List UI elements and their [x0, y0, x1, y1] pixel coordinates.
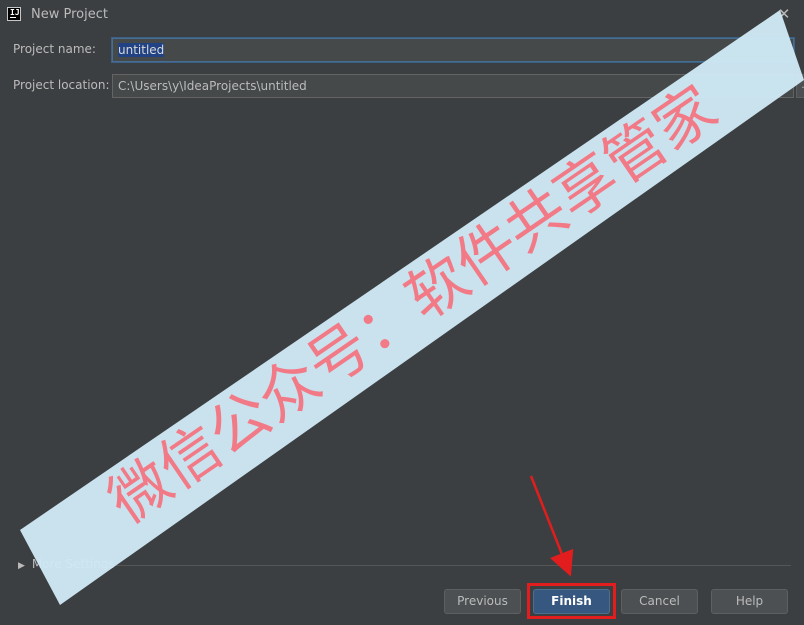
watermark-text: 微信公众号：软件共享管家 — [96, 73, 730, 538]
close-icon[interactable]: ✕ — [774, 4, 794, 24]
browse-button[interactable]: ... — [796, 74, 804, 98]
help-button[interactable]: Help — [711, 589, 788, 614]
new-project-dialog: IJ New Project ✕ Project name: untitled … — [0, 0, 804, 625]
project-name-label: Project name: — [13, 42, 96, 56]
finish-button[interactable]: Finish — [533, 589, 610, 614]
intellij-idea-icon: IJ — [7, 7, 21, 21]
project-name-value: untitled — [118, 43, 165, 57]
watermark-banner: 微信公众号：软件共享管家 — [20, 10, 804, 605]
annotation-arrow — [529, 475, 574, 577]
project-location-input[interactable]: C:\Users\y\IdeaProjects\untitled — [112, 74, 794, 98]
window-title: New Project — [31, 7, 108, 22]
more-settings-toggle[interactable]: ▶ More Settings — [18, 557, 115, 571]
watermark-band — [20, 10, 804, 605]
settings-divider — [96, 565, 791, 566]
previous-button[interactable]: Previous — [444, 589, 521, 614]
title-bar: IJ New Project ✕ — [0, 0, 804, 30]
more-settings-label: More Settings — [31, 557, 115, 571]
project-name-input[interactable]: untitled — [112, 38, 794, 62]
cancel-button[interactable]: Cancel — [621, 589, 698, 614]
project-location-label: Project location: — [13, 78, 110, 92]
chevron-right-icon: ▶ — [18, 561, 25, 571]
